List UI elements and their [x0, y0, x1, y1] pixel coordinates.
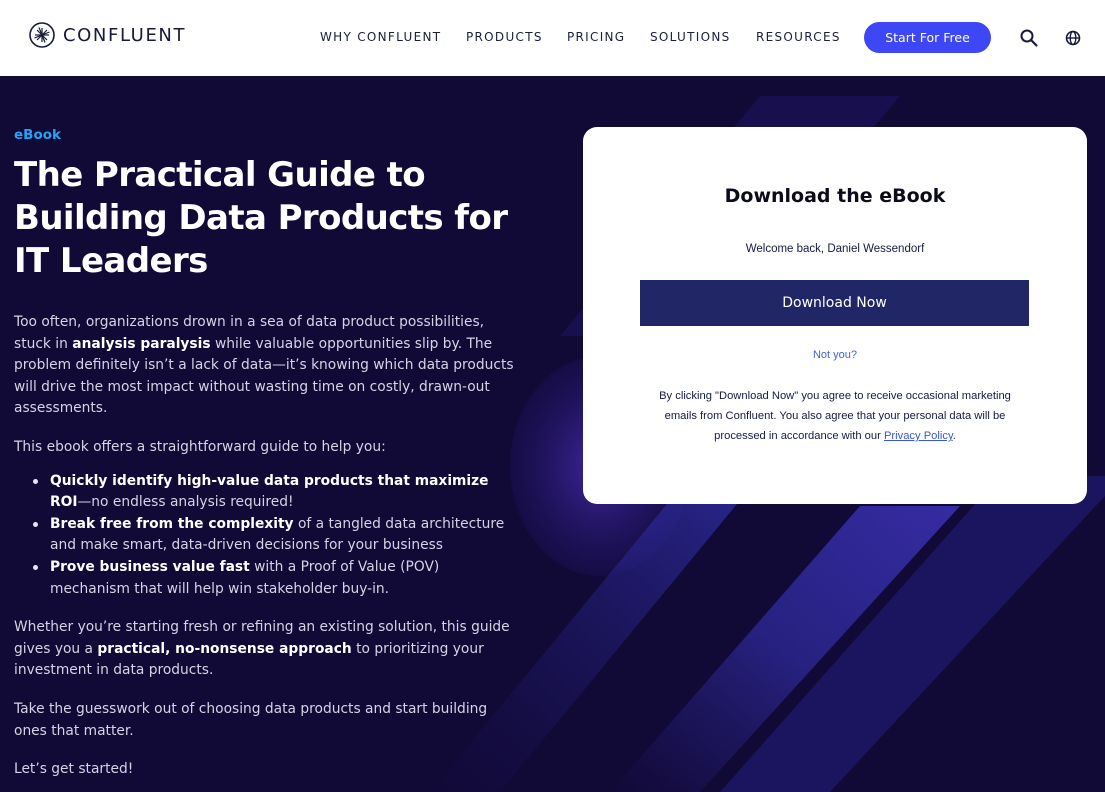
nav-solutions[interactable]: SOLUTIONS — [650, 30, 731, 44]
privacy-policy-link[interactable]: Privacy Policy — [884, 430, 953, 442]
hero-section: eBook The Practical Guide to Building Da… — [0, 76, 1105, 792]
globe-icon[interactable] — [1064, 29, 1082, 47]
nav-pricing[interactable]: PRICING — [567, 30, 625, 44]
search-icon[interactable] — [1019, 28, 1039, 48]
brand-name: CONFLUENT — [63, 24, 187, 46]
consent-text-part: By clicking "Download Now" you agree to … — [659, 390, 1011, 442]
not-you-link[interactable]: Not you? — [583, 349, 1087, 361]
intro-paragraph: Too often, organizations drown in a sea … — [14, 312, 514, 420]
content-type-label: eBook — [14, 127, 61, 143]
approach-paragraph: Whether you’re starting fresh or refinin… — [14, 617, 514, 682]
consent-text: By clicking "Download Now" you agree to … — [645, 386, 1025, 446]
site-header: CONFLUENT WHY CONFLUENT PRODUCTS PRICING… — [0, 0, 1105, 76]
download-now-button[interactable]: Download Now — [640, 280, 1029, 326]
nav-resources[interactable]: RESOURCES — [756, 30, 841, 44]
list-item-emphasis: Break free from the complexity — [50, 515, 294, 532]
welcome-message: Welcome back, Daniel Wessendorf — [745, 243, 925, 255]
list-item-emphasis: Prove business value fast — [50, 558, 250, 575]
download-card: Download the eBook Welcome back, Daniel … — [583, 127, 1087, 504]
consent-text-end: . — [952, 430, 956, 442]
approach-emphasis: practical, no-nonsense approach — [97, 640, 352, 657]
guesswork-paragraph: Take the guesswork out of choosing data … — [14, 700, 488, 739]
list-item: Break free from the complexity of a tang… — [14, 514, 514, 557]
guide-intro-paragraph: This ebook offers a straightforward guid… — [14, 438, 386, 455]
start-for-free-button[interactable]: Start For Free — [864, 22, 991, 53]
benefits-list: Quickly identify high-value data product… — [14, 471, 514, 601]
confluent-logo[interactable]: CONFLUENT — [29, 22, 186, 48]
card-title: Download the eBook — [724, 185, 946, 207]
list-item: Prove business value fast with a Proof o… — [14, 557, 514, 600]
closing-paragraph: Let’s get started! — [14, 761, 134, 778]
hero-body: Too often, organizations drown in a sea … — [14, 312, 514, 792]
intro-emphasis: analysis paralysis — [72, 335, 211, 352]
nav-why-confluent[interactable]: WHY CONFLUENT — [320, 30, 441, 44]
confluent-logo-icon — [29, 22, 55, 48]
page-title: The Practical Guide to Building Data Pro… — [14, 155, 508, 281]
list-item: Quickly identify high-value data product… — [14, 471, 514, 514]
list-item-text: —no endless analysis required! — [77, 494, 294, 511]
nav-products[interactable]: PRODUCTS — [466, 30, 543, 44]
